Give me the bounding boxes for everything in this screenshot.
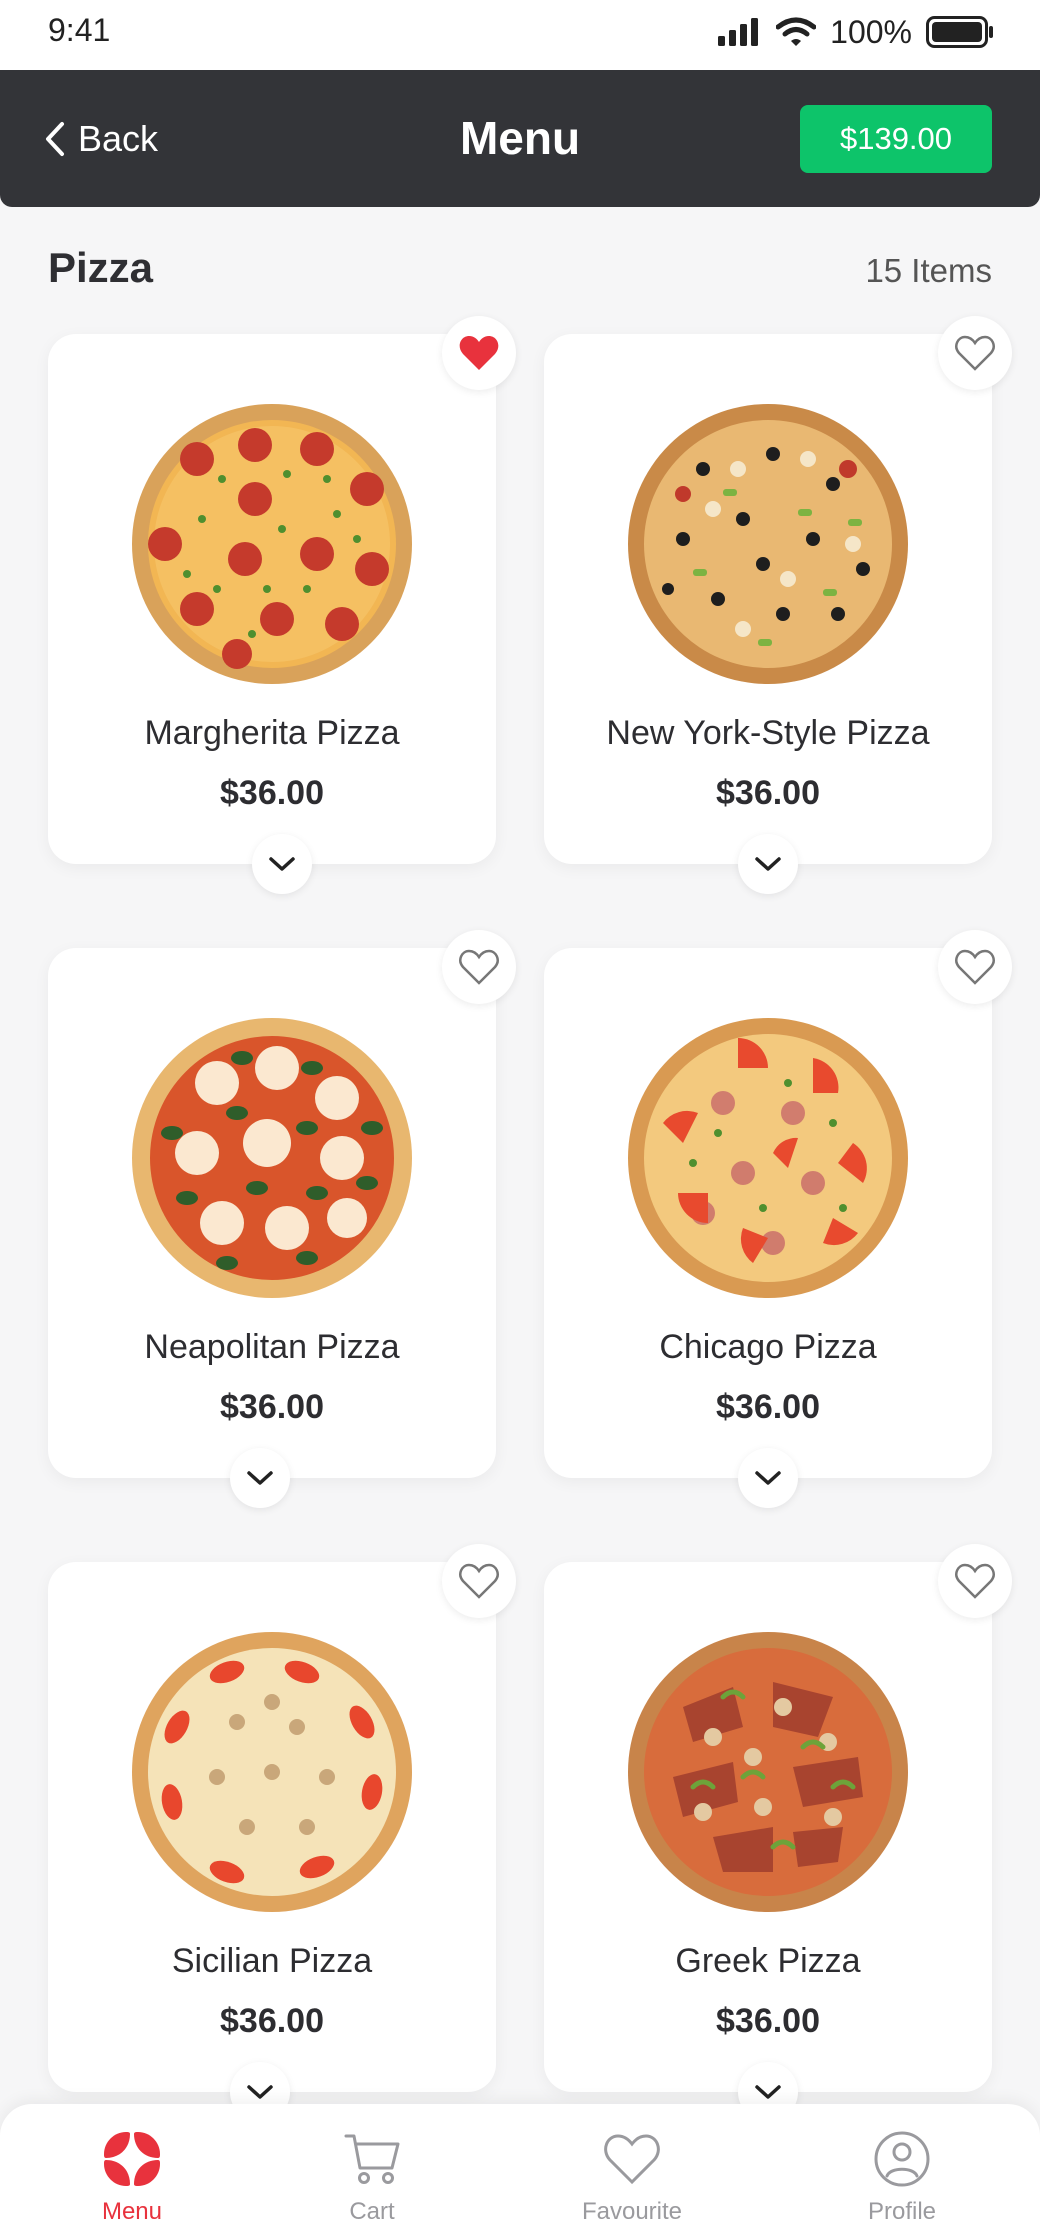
item-count: 15 Items (865, 252, 992, 289)
chevron-down-icon (247, 1471, 273, 1485)
heart-icon (604, 2134, 660, 2185)
product-price: $36.00 (220, 2002, 324, 2040)
product-card-margherita[interactable]: Margherita Pizza $36.00 (48, 316, 516, 894)
pizza-image (628, 1018, 908, 1298)
favourite-button[interactable] (938, 1544, 1012, 1618)
pizza-image (628, 404, 908, 684)
cart-icon (344, 2134, 400, 2184)
chevron-down-icon (755, 857, 781, 871)
wifi-icon (776, 17, 817, 46)
product-image (48, 1622, 496, 1922)
heart-outline-icon (459, 949, 499, 985)
signal-icon (718, 18, 759, 46)
pizza-image (132, 404, 412, 684)
status-time: 9:41 (48, 12, 111, 48)
cart-total-button[interactable]: $139.00 (800, 105, 992, 173)
product-card-chicago[interactable]: Chicago Pizza $36.00 (544, 930, 1012, 1508)
app-header: Back Menu $139.00 (0, 70, 1040, 207)
nav-item-menu[interactable]: Menu (32, 2104, 232, 2240)
nav-item-cart[interactable]: Cart (272, 2104, 472, 2240)
bottom-navigation: Menu Cart Favourite Profile (0, 2104, 1040, 2240)
pizza-image (132, 1632, 412, 1912)
battery-icon (926, 16, 993, 48)
product-image (544, 1622, 992, 1922)
chevron-down-icon (269, 857, 295, 871)
product-image (544, 394, 992, 694)
expand-button[interactable] (738, 834, 798, 894)
heart-outline-icon (955, 1563, 995, 1599)
nav-item-profile[interactable]: Profile (802, 2104, 1002, 2240)
back-button[interactable]: Back (44, 70, 158, 207)
nav-label-cart: Cart (349, 2198, 395, 2225)
product-card-sicilian[interactable]: Sicilian Pizza $36.00 (48, 1544, 516, 2122)
chevron-down-icon (755, 1471, 781, 1485)
favourite-button[interactable] (442, 316, 516, 390)
favourite-button[interactable] (938, 316, 1012, 390)
product-name: Neapolitan Pizza (144, 1328, 400, 1366)
status-bar: 9:41 100% (0, 0, 1040, 70)
status-indicators: 100% (718, 12, 994, 52)
battery-percentage: 100% (830, 13, 912, 50)
expand-button[interactable] (230, 1448, 290, 1508)
pizza-image (132, 1018, 412, 1298)
product-image (48, 1008, 496, 1308)
expand-button[interactable] (738, 1448, 798, 1508)
expand-button[interactable] (252, 834, 312, 894)
product-name: Sicilian Pizza (171, 1942, 373, 1980)
pizza-image (628, 1632, 908, 1912)
product-name: Chicago Pizza (659, 1328, 877, 1366)
product-price: $36.00 (716, 774, 820, 812)
product-card-new-york[interactable]: New York-Style Pizza $36.00 (544, 316, 1012, 894)
product-image (48, 394, 496, 694)
product-card-neapolitan[interactable]: Neapolitan Pizza $36.00 (48, 930, 516, 1508)
heart-filled-icon (459, 336, 499, 370)
chevron-left-icon (46, 121, 64, 156)
product-price: $36.00 (220, 774, 324, 812)
nav-item-favourite[interactable]: Favourite (532, 2104, 732, 2240)
menu-icon (104, 2132, 160, 2186)
nav-label-profile: Profile (867, 2198, 937, 2225)
heart-outline-icon (955, 335, 995, 371)
product-image (544, 1008, 992, 1308)
favourite-button[interactable] (442, 1544, 516, 1618)
product-price: $36.00 (716, 1388, 820, 1426)
profile-icon (874, 2131, 930, 2187)
nav-label-menu: Menu (101, 2198, 163, 2225)
chevron-down-icon (755, 2085, 781, 2099)
chevron-down-icon (247, 2085, 273, 2099)
product-name: Greek Pizza (675, 1942, 861, 1980)
heart-outline-icon (955, 949, 995, 985)
product-price: $36.00 (220, 1388, 324, 1426)
product-name: New York-Style Pizza (606, 714, 930, 752)
heart-outline-icon (459, 1563, 499, 1599)
nav-label-favourite: Favourite (581, 2198, 683, 2225)
favourite-button[interactable] (938, 930, 1012, 1004)
back-label: Back (78, 117, 159, 159)
product-card-greek[interactable]: Greek Pizza $36.00 (544, 1544, 1012, 2122)
favourite-button[interactable] (442, 930, 516, 1004)
product-price: $36.00 (716, 2002, 820, 2040)
section-title: Pizza (48, 244, 154, 291)
product-name: Margherita Pizza (144, 714, 400, 752)
